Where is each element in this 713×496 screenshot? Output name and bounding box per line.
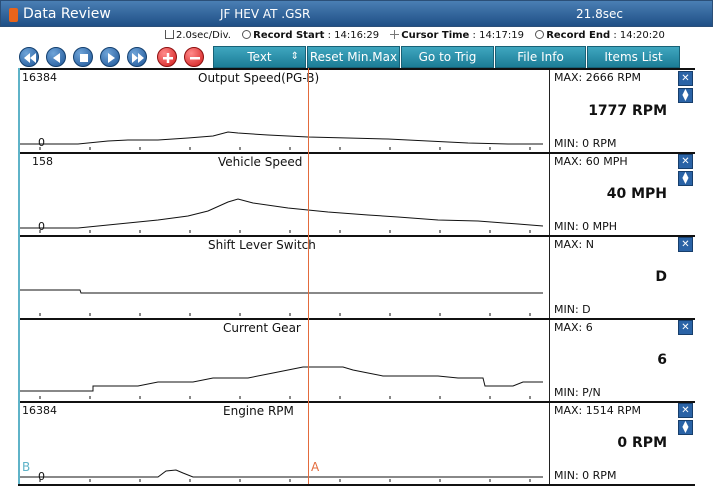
scale-graph-button[interactable]: ▲ ▼: [678, 420, 693, 435]
record-start: Record Start : 14:16:29: [242, 30, 383, 41]
min-value: MIN: P/N: [554, 386, 601, 399]
graph-bottom-border: [18, 484, 695, 486]
up-down-icon: ▲ ▼: [682, 419, 689, 434]
zoom-in-button[interactable]: [157, 47, 177, 67]
up-down-icon: ▲ ▼: [682, 170, 689, 185]
max-value: MAX: 60 MPH: [554, 155, 628, 168]
scale-max-label: 16384: [22, 404, 57, 417]
graph-panel-output-speed: 16384 0 Output Speed(PG-B) MAX: 2666 RPM…: [18, 70, 695, 152]
close-graph-button[interactable]: ✕: [678, 154, 693, 169]
value-box: MAX: 2666 RPM 1777 RPM MIN: 0 RPM: [549, 70, 677, 152]
value-box: MAX: 1514 RPM 0 RPM MIN: 0 RPM: [549, 403, 677, 484]
close-graph-button[interactable]: ✕: [678, 71, 693, 86]
close-icon: ✕: [681, 405, 690, 416]
plot-area[interactable]: 16384 0 Output Speed(PG-B): [18, 70, 548, 152]
window-title: Data Review: [23, 6, 111, 22]
close-icon: ✕: [681, 322, 690, 333]
clock-icon: [535, 30, 545, 39]
close-icon: ✕: [681, 239, 690, 250]
go-to-trig-button[interactable]: Go to Trig: [401, 46, 494, 68]
items-list-button[interactable]: Items List: [587, 46, 680, 68]
graph-panel-shift-lever: Shift Lever Switch MAX: N D MIN: D ✕: [18, 237, 695, 318]
minus-icon: [190, 57, 200, 60]
graph-panel-engine-rpm: 16384 0 Engine RPM MAX: 1514 RPM 0 RPM M…: [18, 403, 695, 484]
title-bar: Data Review JF HEV AT .GSR 21.8sec: [0, 0, 713, 27]
rewind-fast-icon: [24, 53, 36, 63]
min-value: MIN: 0 RPM: [554, 469, 617, 482]
plot-area[interactable]: Current Gear: [18, 320, 548, 401]
scale-graph-button[interactable]: ▲ ▼: [678, 88, 693, 103]
panel-title: Current Gear: [223, 321, 301, 335]
scale-zero-label: 0: [38, 136, 45, 149]
max-value: MAX: 2666 RPM: [554, 71, 642, 84]
scale-max-label: 158: [32, 155, 53, 168]
value-box: MAX: 60 MPH 40 MPH MIN: 0 MPH: [549, 154, 677, 235]
app-logo-icon: [9, 8, 18, 22]
value-box: MAX: N D MIN: D: [549, 237, 677, 318]
plus-icon: [163, 53, 173, 63]
cursor-a-line[interactable]: [308, 68, 309, 484]
play-icon: [108, 53, 115, 63]
scale-graph-button[interactable]: ▲ ▼: [678, 171, 693, 186]
close-graph-button[interactable]: ✕: [678, 320, 693, 335]
division-icon: [165, 30, 174, 39]
play-back-icon: [53, 53, 60, 63]
min-value: MIN: 0 RPM: [554, 137, 617, 150]
panel-title: Engine RPM: [223, 404, 294, 418]
max-value: MAX: N: [554, 238, 594, 251]
file-name: JF HEV AT .GSR: [220, 7, 311, 21]
plot-area[interactable]: 16384 0 Engine RPM: [18, 403, 548, 484]
scale-max-label: 16384: [22, 71, 57, 84]
plot-area[interactable]: 158 0 Vehicle Speed: [18, 154, 548, 235]
panel-title: Output Speed(PG-B): [198, 71, 320, 85]
panel-title: Vehicle Speed: [218, 155, 303, 169]
file-info-button[interactable]: File Info: [495, 46, 586, 68]
zoom-out-button[interactable]: [184, 47, 204, 67]
plot-area[interactable]: Shift Lever Switch: [18, 237, 548, 318]
graph-panel-vehicle-speed: 158 0 Vehicle Speed MAX: 60 MPH 40 MPH M…: [18, 154, 695, 235]
max-value: MAX: 6: [554, 321, 593, 334]
close-icon: ✕: [681, 73, 690, 84]
rewind-fast-button[interactable]: [19, 47, 39, 67]
cursor-time: Cursor Time : 14:17:19: [390, 30, 528, 41]
per-div: 2.0sec/Div.: [165, 30, 235, 41]
step-back-button[interactable]: [46, 47, 66, 67]
time-division: 21.8sec: [576, 7, 623, 21]
crosshair-icon: [390, 30, 400, 39]
current-value: D: [655, 269, 667, 285]
up-down-icon: ▲ ▼: [682, 87, 689, 102]
current-value: 6: [657, 352, 667, 368]
cursor-a-label: A: [311, 460, 320, 474]
min-value: MIN: 0 MPH: [554, 220, 618, 233]
close-icon: ✕: [681, 156, 690, 167]
close-graph-button[interactable]: ✕: [678, 237, 693, 252]
max-value: MAX: 1514 RPM: [554, 404, 642, 417]
current-value: 40 MPH: [606, 186, 667, 202]
marker-b-label: B: [22, 460, 31, 474]
close-graph-button[interactable]: ✕: [678, 403, 693, 418]
min-value: MIN: D: [554, 303, 591, 316]
forward-fast-icon: [132, 53, 144, 63]
clock-icon: [242, 30, 252, 39]
panel-title: Shift Lever Switch: [208, 238, 316, 252]
current-value: 0 RPM: [617, 435, 667, 451]
text-select[interactable]: Text ⇕: [213, 46, 306, 68]
step-forward-button[interactable]: [100, 47, 120, 67]
forward-fast-button[interactable]: [127, 47, 147, 67]
value-box: MAX: 6 6 MIN: P/N: [549, 320, 677, 401]
current-value: 1777 RPM: [588, 103, 667, 119]
scale-zero-label: 0: [38, 470, 45, 483]
marker-b-line[interactable]: [18, 68, 20, 484]
graph-panel-current-gear: Current Gear MAX: 6 6 MIN: P/N ✕: [18, 320, 695, 401]
scale-zero-label: 0: [38, 220, 45, 233]
spinner-icon: ⇕: [290, 51, 299, 62]
record-info: 2.0sec/Div. Record Start : 14:16:29 Curs…: [165, 30, 673, 44]
record-end: Record End : 14:20:20: [535, 30, 669, 41]
reset-min-max-button[interactable]: Reset Min.Max: [307, 46, 400, 68]
stop-button[interactable]: [73, 47, 93, 67]
stop-icon: [80, 54, 88, 62]
